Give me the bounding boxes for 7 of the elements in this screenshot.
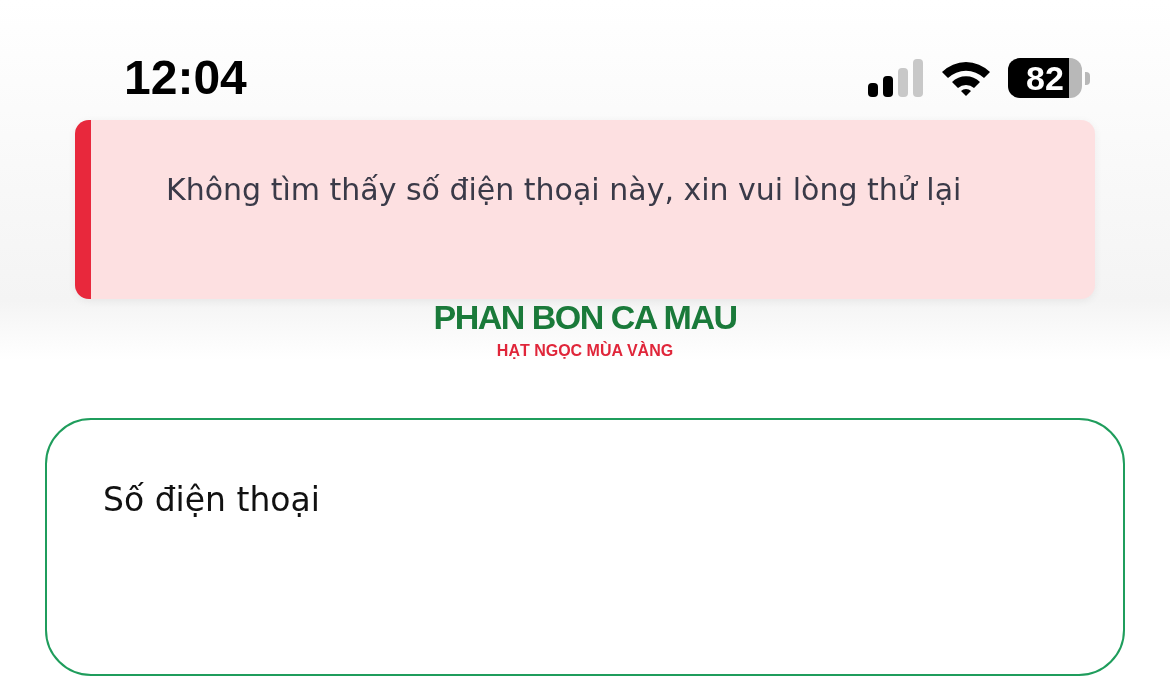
brand-tagline: HẠT NGỌC MÙA VÀNG — [496, 342, 674, 360]
status-time: 12:04 — [124, 50, 247, 106]
phone-field[interactable]: Số điện thoại — [45, 418, 1125, 676]
wifi-icon — [940, 59, 992, 97]
brand-logo-text: PHAN BON CA MAU — [433, 300, 737, 334]
signal-icon — [868, 59, 924, 97]
toast-message: Không tìm thấy số điện thoại này, xin vui lòng thử lại — [166, 171, 963, 209]
